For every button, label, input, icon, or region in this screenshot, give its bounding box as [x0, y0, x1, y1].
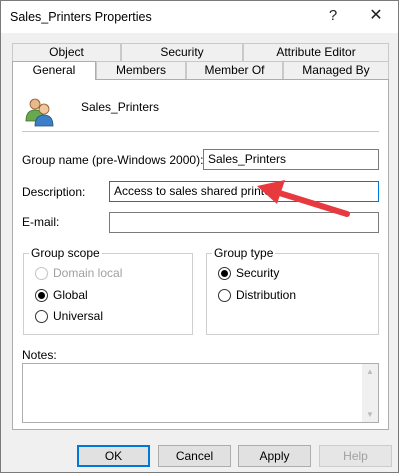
notes-textarea[interactable]	[22, 363, 379, 423]
type-security-label[interactable]: Security	[236, 266, 279, 280]
scope-global-radio[interactable]	[35, 289, 48, 302]
scope-universal-label[interactable]: Universal	[53, 309, 103, 323]
notes-scrollbar[interactable]: ▲ ▼	[362, 364, 378, 422]
tab-member-of[interactable]: Member Of	[186, 61, 283, 79]
type-distribution-label[interactable]: Distribution	[236, 288, 296, 302]
scope-domain-local-label: Domain local	[53, 266, 123, 280]
scope-global-label[interactable]: Global	[53, 288, 88, 302]
help-button[interactable]: Help	[319, 445, 392, 467]
tab-security[interactable]: Security	[121, 43, 243, 61]
group-name-label: Group name (pre-Windows 2000):	[22, 153, 204, 167]
type-security-radio[interactable]	[218, 267, 231, 280]
group-display-name: Sales_Printers	[81, 100, 160, 114]
email-label: E-mail:	[22, 215, 60, 229]
cancel-button[interactable]: Cancel	[158, 445, 231, 467]
scope-domain-local-radio	[35, 267, 48, 280]
properties-dialog: Sales_Printers Properties ? ✕ Object Sec…	[0, 0, 399, 473]
header-divider	[22, 131, 379, 132]
red-arrow-pointer-icon	[257, 180, 350, 217]
scroll-up-icon[interactable]: ▲	[362, 367, 378, 376]
title-bar[interactable]: Sales_Printers Properties ? ✕	[1, 1, 398, 33]
description-label: Description:	[22, 185, 86, 199]
group-type-legend: Group type	[212, 246, 276, 260]
tab-general[interactable]: General	[12, 61, 96, 80]
close-icon[interactable]: ✕	[365, 5, 387, 27]
tab-attribute-editor[interactable]: Attribute Editor	[243, 43, 389, 61]
notes-label: Notes:	[22, 348, 57, 362]
ok-button[interactable]: OK	[77, 445, 150, 467]
group-scope-legend: Group scope	[29, 246, 102, 260]
help-icon[interactable]: ?	[322, 5, 344, 27]
tab-managed-by[interactable]: Managed By	[283, 61, 389, 79]
type-distribution-radio[interactable]	[218, 289, 231, 302]
group-name-field[interactable]: Sales_Printers	[203, 149, 379, 170]
scope-universal-radio[interactable]	[35, 310, 48, 323]
apply-button[interactable]: Apply	[238, 445, 311, 467]
group-users-icon	[25, 98, 54, 127]
tab-object[interactable]: Object	[12, 43, 121, 61]
tab-members[interactable]: Members	[96, 61, 186, 79]
scroll-down-icon[interactable]: ▼	[362, 410, 378, 419]
window-title: Sales_Printers Properties	[10, 10, 152, 24]
